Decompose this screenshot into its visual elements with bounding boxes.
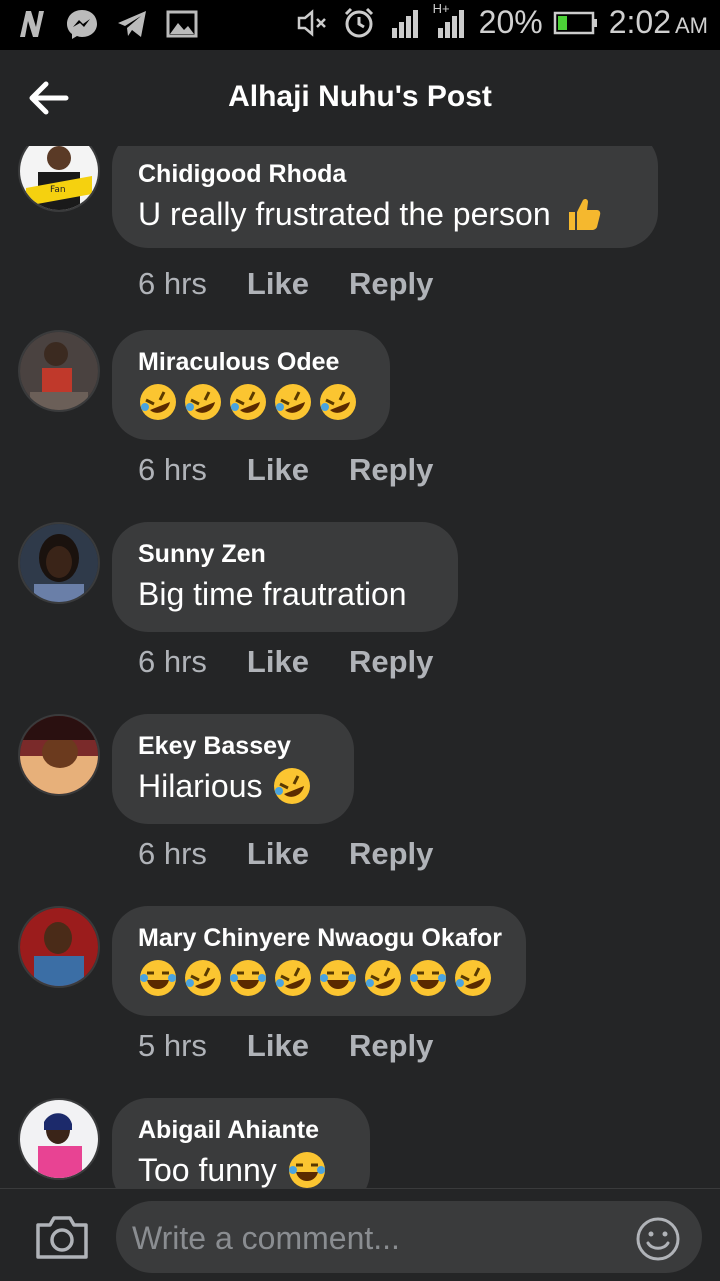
alarm-icon xyxy=(341,5,377,41)
telegram-icon xyxy=(114,6,150,42)
messenger-icon xyxy=(64,6,100,42)
comment-list: Fan Chidigood Rhoda U really frustrated … xyxy=(0,146,720,1188)
comment-item: Miraculous Odee 6 hrs Like Reply xyxy=(0,330,720,522)
comment-actions: 5 hrs Like Reply xyxy=(138,1028,433,1064)
comment-text-body: Too funny xyxy=(138,1152,277,1188)
status-bar: H+ 20% 2:02 AM xyxy=(0,0,720,50)
comment-time: 5 hrs xyxy=(138,1028,207,1063)
comment-composer xyxy=(0,1188,720,1281)
svg-text:Fan: Fan xyxy=(50,185,66,195)
network-type-label: H+ xyxy=(432,0,450,16)
comment-time: 6 hrs xyxy=(138,836,207,871)
comment-item: Mary Chinyere Nwaogu Okafor 5 hrs Like R… xyxy=(0,906,720,1098)
gallery-icon xyxy=(164,6,200,42)
joy-emoji-icon xyxy=(408,958,448,998)
like-button[interactable]: Like xyxy=(247,452,309,488)
smiley-icon xyxy=(636,1217,680,1261)
joy-emoji-icon xyxy=(287,1150,327,1188)
comment-time: 6 hrs xyxy=(138,644,207,679)
comment-item: Ekey Bassey Hilarious 6 hrs Like Reply xyxy=(0,714,720,906)
rofl-emoji-icon xyxy=(228,382,268,422)
avatar[interactable] xyxy=(18,330,100,412)
comment-item: Fan Chidigood Rhoda U really frustrated … xyxy=(0,146,720,322)
avatar[interactable] xyxy=(18,714,100,796)
reply-button[interactable]: Reply xyxy=(349,644,433,680)
rofl-emoji-icon xyxy=(273,382,313,422)
rofl-emoji-icon xyxy=(318,382,358,422)
joy-emoji-icon xyxy=(138,958,178,998)
comment-bubble[interactable]: Chidigood Rhoda U really frustrated the … xyxy=(112,146,658,248)
comment-time: 6 hrs xyxy=(138,266,207,301)
battery-icon xyxy=(553,5,599,41)
like-button[interactable]: Like xyxy=(247,1028,309,1064)
clock-time: 2:02 AM xyxy=(608,4,708,40)
rofl-emoji-icon xyxy=(183,382,223,422)
like-button[interactable]: Like xyxy=(247,836,309,872)
rofl-emoji-icon xyxy=(273,958,313,998)
rofl-emoji-icon xyxy=(453,958,493,998)
joy-emoji-icon xyxy=(318,958,358,998)
comment-item: Abigail Ahiante Too funny xyxy=(0,1098,720,1188)
avatar[interactable] xyxy=(18,522,100,604)
comment-bubble[interactable]: Mary Chinyere Nwaogu Okafor xyxy=(112,906,526,1016)
avatar[interactable]: Fan xyxy=(18,146,100,212)
commenter-name[interactable]: Miraculous Odee xyxy=(138,346,362,378)
rofl-emoji-icon xyxy=(183,958,223,998)
comment-text: Hilarious xyxy=(138,766,326,806)
comment-item: Sunny Zen Big time frautration 6 hrs Lik… xyxy=(0,522,720,714)
reply-button[interactable]: Reply xyxy=(349,266,433,302)
battery-percent: 20% xyxy=(478,4,543,40)
comment-text: Big time frautration xyxy=(138,576,407,612)
avatar[interactable] xyxy=(18,906,100,988)
page-title: Alhaji Nuhu's Post xyxy=(228,80,492,113)
comment-bubble[interactable]: Ekey Bassey Hilarious xyxy=(112,714,354,824)
rofl-emoji-icon xyxy=(138,382,178,422)
comment-actions: 6 hrs Like Reply xyxy=(138,452,433,488)
data-signal-icon: H+ xyxy=(433,1,469,41)
like-button[interactable]: Like xyxy=(247,644,309,680)
camera-icon xyxy=(36,1216,88,1259)
comment-emojis xyxy=(138,958,498,998)
comment-text: U really frustrated the person xyxy=(138,194,630,234)
comment-text-body: Hilarious xyxy=(138,768,263,804)
mute-icon xyxy=(295,5,331,41)
commenter-name[interactable]: Sunny Zen xyxy=(138,538,430,570)
comment-emojis xyxy=(138,382,362,422)
reply-button[interactable]: Reply xyxy=(349,836,433,872)
post-header: Alhaji Nuhu's Post xyxy=(0,50,720,146)
comment-text-body: U really frustrated the person xyxy=(138,196,551,232)
comment-bubble[interactable]: Abigail Ahiante Too funny xyxy=(112,1098,370,1188)
emoji-button[interactable] xyxy=(634,1215,682,1263)
comment-bubble[interactable]: Miraculous Odee xyxy=(112,330,390,440)
commenter-name[interactable]: Chidigood Rhoda xyxy=(138,158,630,190)
commenter-name[interactable]: Abigail Ahiante xyxy=(138,1114,342,1146)
comment-text: Too funny xyxy=(138,1150,342,1188)
comment-time: 6 hrs xyxy=(138,452,207,487)
camera-button[interactable] xyxy=(34,1213,90,1261)
commenter-name[interactable]: Ekey Bassey xyxy=(138,730,326,762)
reply-button[interactable]: Reply xyxy=(349,452,433,488)
comment-actions: 6 hrs Like Reply xyxy=(138,644,433,680)
rofl-emoji-icon xyxy=(272,766,312,806)
app-n-icon xyxy=(14,6,50,42)
comment-bubble[interactable]: Sunny Zen Big time frautration xyxy=(112,522,458,632)
comment-actions: 6 hrs Like Reply xyxy=(138,836,433,872)
avatar[interactable] xyxy=(18,1098,100,1180)
reply-button[interactable]: Reply xyxy=(349,1028,433,1064)
comment-input[interactable] xyxy=(130,1209,614,1267)
joy-emoji-icon xyxy=(228,958,268,998)
comment-input-wrapper xyxy=(116,1201,702,1273)
rofl-emoji-icon xyxy=(363,958,403,998)
comment-actions: 6 hrs Like Reply xyxy=(138,266,433,302)
signal-icon xyxy=(387,5,423,41)
thumbs-up-icon xyxy=(563,194,603,234)
like-button[interactable]: Like xyxy=(247,266,309,302)
commenter-name[interactable]: Mary Chinyere Nwaogu Okafor xyxy=(138,922,502,954)
